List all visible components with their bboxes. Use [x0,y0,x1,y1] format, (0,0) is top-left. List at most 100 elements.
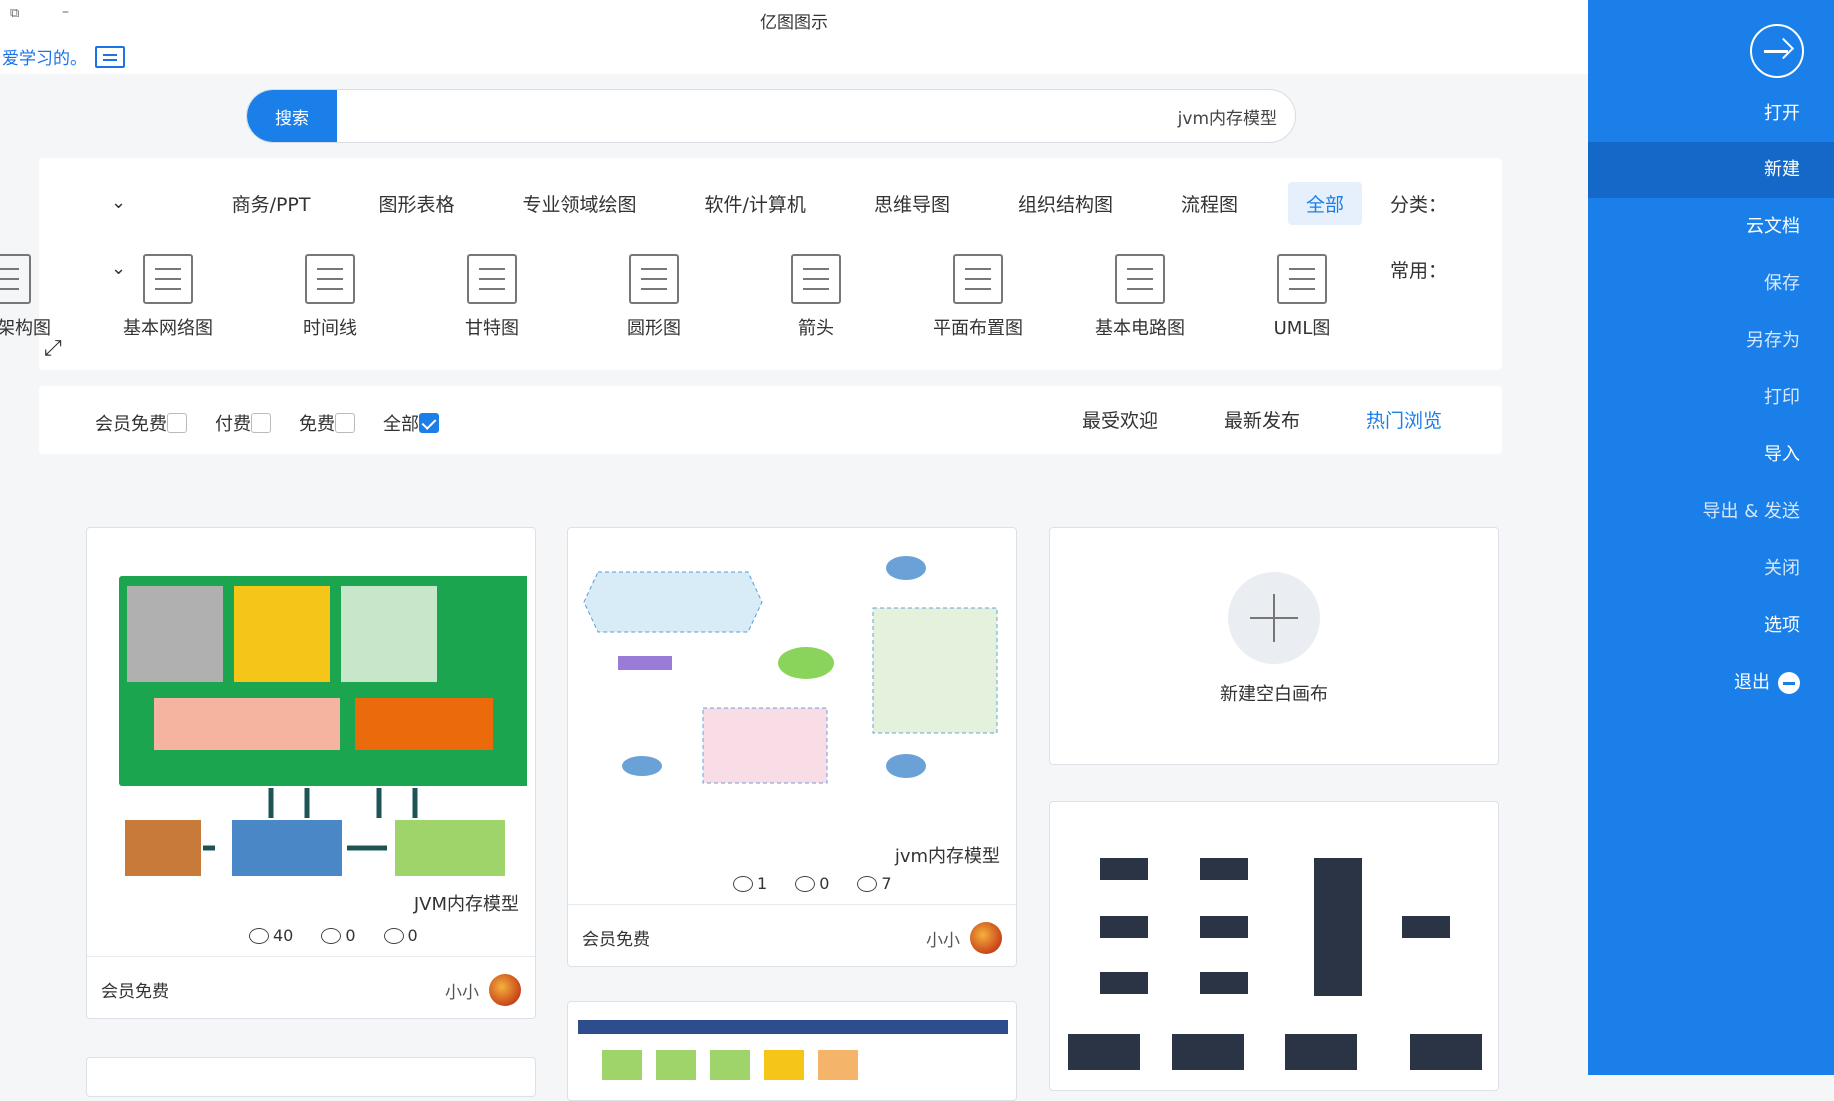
sidebar-item-exit[interactable]: 退出 [1588,655,1834,711]
checkbox-free[interactable] [335,413,355,433]
search-bar: 搜索 [246,89,1296,143]
sidebar-item-export[interactable]: 导出 & 发送 [1588,484,1834,540]
card-thumbnail [119,576,527,876]
common-label: 常用： [1389,260,1447,282]
category-item-software[interactable]: 软件/计算机 [687,182,824,225]
window-title: 亿图图示 [760,13,828,33]
category-label: 分类： [1389,194,1447,216]
common-item-uml[interactable]: UML图 [1242,254,1362,340]
filter-all[interactable]: 全部 [383,410,449,436]
heart-icon [383,927,404,944]
template-card[interactable] [567,1001,1017,1101]
author-info[interactable]: 小小 [445,974,521,1006]
plus-icon[interactable] [1228,572,1320,664]
likes-count[interactable]: 0 [795,874,829,893]
favorites-count[interactable]: 1 [733,874,767,893]
category-item-flowchart[interactable]: 流程图 [1163,182,1256,225]
tab-popular[interactable]: 最受欢迎 [1082,406,1158,433]
category-item-all[interactable]: 全部 [1287,182,1362,225]
sidebar-item-cloud[interactable]: 云文档 [1588,199,1834,255]
checkbox-member-free[interactable] [167,413,187,433]
sidebar-item-close[interactable]: 关闭 [1588,541,1834,597]
filter-paid[interactable]: 付费 [215,410,281,436]
filter-bar: 热门浏览 最新发布 最受欢迎 全部 免费 付费 会员免费 [39,386,1502,454]
filter-member-free[interactable]: 会员免费 [95,410,197,436]
checkbox-all[interactable] [419,413,439,433]
tab-hot[interactable]: 热门浏览 [1366,406,1442,433]
network-icon [143,254,193,304]
category-item-professional[interactable]: 专业领域绘图 [505,182,655,225]
expand-icon[interactable]: ⤢ [44,336,62,361]
checkbox-paid[interactable] [251,413,271,433]
category-item-tables[interactable]: 图形表格 [361,182,473,225]
template-card[interactable]: jvm内存模型 1 0 7 会员免费 小小 [567,527,1017,967]
card-stats: 40 0 0 [249,926,418,945]
user-account-link[interactable]: 爱学习的。 [2,44,125,69]
common-template-list: UML图 基本电路图 平面布置图 箭头 圆形图 甘特图 时间线 基本网络图 程序… [0,254,1362,340]
sidebar-item-options[interactable]: 选项 [1588,598,1834,654]
common-item-program-arch[interactable]: 程序架构图 [0,254,66,340]
eye-icon [857,875,878,892]
common-item-timeline[interactable]: 时间线 [270,254,390,340]
common-item-circuit[interactable]: 基本电路图 [1080,254,1200,340]
top-strip: 爱学习的。 [0,36,1588,74]
avatar [489,974,521,1006]
tab-latest[interactable]: 最新发布 [1224,406,1300,433]
sidebar-item-print[interactable]: 打印 [1588,370,1834,426]
thumbs-up-icon [321,927,342,944]
sort-tabs: 热门浏览 最新发布 最受欢迎 [1016,406,1442,433]
template-card[interactable] [86,1057,536,1097]
heart-icon [733,875,753,892]
category-item-org-chart[interactable]: 组织结构图 [1000,182,1131,225]
price-label: 会员免费 [582,930,650,950]
card-thumbnail [1068,858,1482,1070]
price-filters: 全部 免费 付费 会员免费 [95,410,467,436]
exit-label: 退出 [1734,672,1770,693]
views-count: 7 [857,874,892,893]
sidebar: 打开 新建 云文档 保存 另存为 打印 导入 导出 & 发送 关闭 选项 退出 [1588,0,1834,1075]
user-name: 爱学习的。 [2,49,87,69]
sidebar-item-new[interactable]: 新建 [1588,142,1834,198]
sidebar-item-open[interactable]: 打开 [1588,86,1834,142]
common-item-gantt[interactable]: 甘特图 [432,254,552,340]
card-footer: 会员免费 小小 [87,956,535,1018]
sidebar-item-import[interactable]: 导入 [1588,427,1834,483]
search-input[interactable] [377,90,1277,142]
likes-count[interactable]: 0 [321,926,356,945]
category-item-mind-map[interactable]: 思维导图 [856,182,968,225]
timeline-icon [305,254,355,304]
exit-icon [1778,672,1800,694]
category-panel: 分类： 全部 流程图 组织结构图 思维导图 软件/计算机 专业领域绘图 图形表格… [0,158,1502,370]
common-item-circle[interactable]: 圆形图 [594,254,714,340]
category-item-business-ppt[interactable]: 商务/PPT [214,182,329,225]
program-architecture-icon [0,254,31,304]
card-thumbnail [578,1020,1008,1080]
author-name: 小小 [926,930,960,951]
floor-plan-icon [953,254,1003,304]
open-arrow-icon[interactable] [1750,24,1804,78]
category-list: 全部 流程图 组织结构图 思维导图 软件/计算机 专业领域绘图 图形表格 商务/… [182,182,1362,225]
avatar [970,922,1002,954]
search-button[interactable]: 搜索 [247,90,337,142]
thumbs-up-icon [795,875,816,892]
price-label: 会员免费 [101,982,169,1002]
chevron-down-icon[interactable]: ⌄ [111,258,126,279]
sidebar-item-save[interactable]: 保存 [1588,256,1834,312]
common-item-floor-plan[interactable]: 平面布置图 [918,254,1038,340]
card-title[interactable]: jvm内存模型 [895,842,1000,868]
template-card[interactable] [1049,801,1499,1091]
card-footer: 会员免费 小小 [568,904,1016,966]
template-card[interactable]: JVM内存模型 40 0 0 会员免费 小小 [86,527,536,1019]
common-item-arrow[interactable]: 箭头 [756,254,876,340]
circuit-icon [1115,254,1165,304]
filter-free[interactable]: 免费 [299,410,365,436]
uml-icon [1277,254,1327,304]
sidebar-item-save-as[interactable]: 另存为 [1588,313,1834,369]
new-blank-canvas-card[interactable]: 新建空白画布 [1049,527,1499,765]
new-blank-label: 新建空白画布 [1220,684,1328,705]
author-name: 小小 [445,982,479,1003]
favorites-count[interactable]: 0 [383,926,418,945]
author-info[interactable]: 小小 [926,922,1002,954]
card-title[interactable]: JVM内存模型 [414,890,519,916]
chevron-down-icon[interactable]: ⌄ [111,192,126,213]
